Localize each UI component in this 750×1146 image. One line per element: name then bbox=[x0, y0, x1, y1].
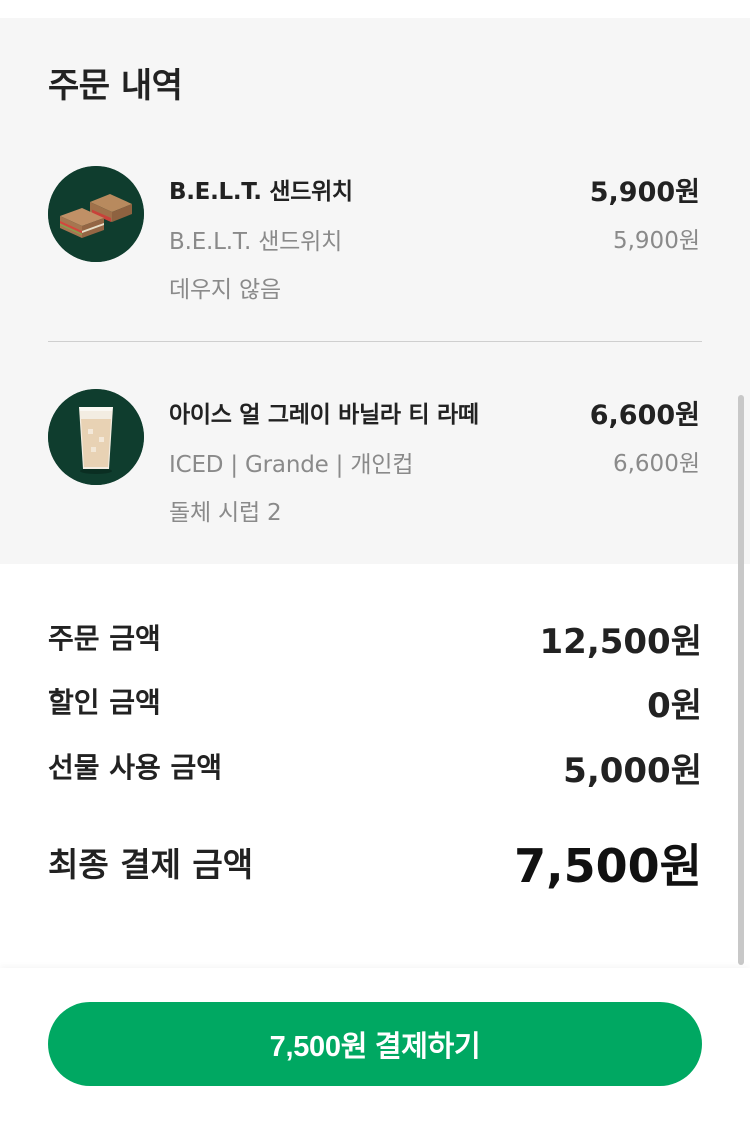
gift-amount-row: 선물 사용 금액 5,000원 bbox=[48, 746, 702, 791]
item-description: B.E.L.T. 샌드위치 bbox=[169, 229, 343, 255]
final-payment-row: 최종 결제 금액 7,500원 bbox=[48, 830, 702, 900]
order-details-title: 주문 내역 bbox=[48, 66, 183, 106]
item-name: B.E.L.T. 샌드위치 bbox=[169, 179, 353, 205]
order-amount-label: 주문 금액 bbox=[48, 622, 161, 655]
item-price: 5,900원 bbox=[589, 177, 700, 208]
item-subprice: 6,600원 bbox=[612, 451, 700, 477]
gift-amount-value: 5,000원 bbox=[563, 751, 702, 791]
pay-button[interactable]: 7,500원 결제하기 bbox=[48, 1002, 702, 1086]
order-amount-row: 주문 금액 12,500원 bbox=[48, 617, 702, 662]
gift-amount-label: 선물 사용 금액 bbox=[48, 751, 223, 784]
scrollbar[interactable] bbox=[738, 395, 744, 965]
item-subprice: 5,900원 bbox=[612, 228, 700, 254]
order-amount-value: 12,500원 bbox=[539, 622, 702, 662]
final-payment-value: 7,500원 bbox=[514, 839, 702, 893]
item-description: ICED | Grande | 개인컵 bbox=[169, 452, 414, 478]
discount-amount-label: 할인 금액 bbox=[48, 686, 161, 719]
item-name: 아이스 얼 그레이 바닐라 티 라떼 bbox=[169, 402, 479, 428]
item-option: 데우지 않음 bbox=[169, 277, 281, 303]
item-price: 6,600원 bbox=[589, 400, 700, 431]
final-payment-label: 최종 결제 금액 bbox=[48, 845, 254, 884]
iced-latte-icon bbox=[48, 389, 144, 485]
discount-amount-value: 0원 bbox=[647, 686, 702, 726]
item-option: 돌체 시럽 2 bbox=[169, 500, 282, 526]
discount-amount-row: 할인 금액 0원 bbox=[48, 681, 702, 726]
top-spacer bbox=[0, 0, 750, 18]
item-divider bbox=[48, 341, 702, 342]
sandwich-icon bbox=[48, 166, 144, 262]
